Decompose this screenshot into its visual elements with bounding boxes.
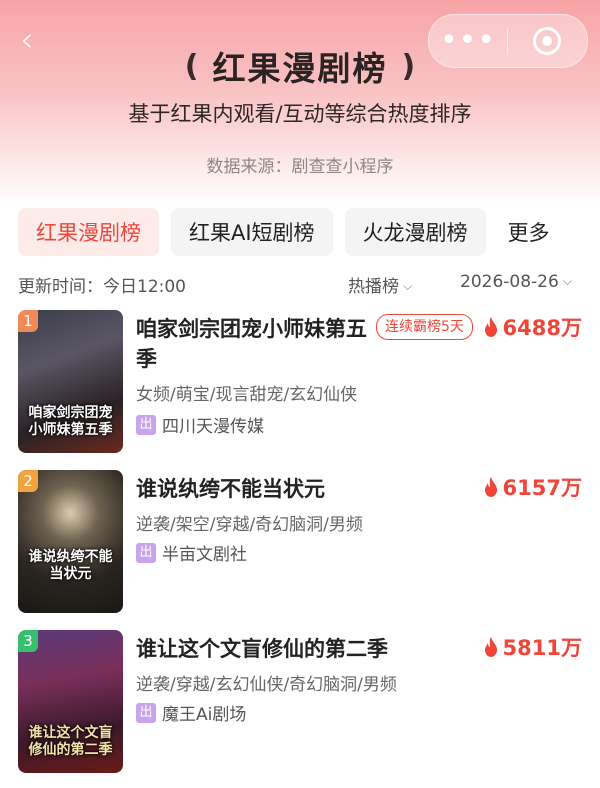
cover-title: 谁说纨绔不能当状元 xyxy=(28,549,113,582)
list-item[interactable]: 1 咱家剑宗团宠小师妹第五季 咱家剑宗团宠小师妹第五季 连续霸榜5天 6488万… xyxy=(18,310,584,455)
cover-image: 2 谁说纨绔不能当状元 xyxy=(18,470,123,613)
update-time: 更新时间：今日12:00 xyxy=(18,277,186,297)
rank-badge: 1 xyxy=(18,310,38,332)
producer-badge: 出 xyxy=(136,702,156,723)
heat-value: 6157万 xyxy=(483,472,582,502)
page-title-row: ( 红果漫剧榜 ) xyxy=(0,40,600,92)
sort-dropdown[interactable]: 热播榜 ⌵ xyxy=(348,272,412,297)
chevron-down-icon: ⌵ xyxy=(403,279,413,293)
heat-value: 5811万 xyxy=(483,632,582,662)
tab-hongguo-manju[interactable]: 红果漫剧榜 xyxy=(18,208,159,256)
date-label: 2026-08-26 xyxy=(460,272,559,292)
tab-hongguo-ai-short[interactable]: 红果AI短剧榜 xyxy=(171,208,333,256)
producer-name: 半亩文剧社 xyxy=(162,545,247,565)
cover-image: 3 谁让这个文盲修仙的第二季 xyxy=(18,630,123,773)
heat-number: 5811万 xyxy=(502,636,582,660)
producer-name: 魔王Ai剧场 xyxy=(162,705,247,725)
producer: 出 四川天漫传媒 xyxy=(136,412,264,437)
filter-bar: 更新时间：今日12:00 热播榜 ⌵ 2026-08-26 ⌵ xyxy=(18,268,584,298)
page-title: 红果漫剧榜 xyxy=(212,49,388,88)
producer: 出 魔王Ai剧场 xyxy=(136,700,246,725)
chevron-down-icon: ⌵ xyxy=(562,274,572,288)
heat-number: 6488万 xyxy=(502,316,582,340)
tab-more[interactable]: 更多 xyxy=(498,208,550,256)
heat-number: 6157万 xyxy=(502,476,582,500)
laurel-right-icon: ) xyxy=(401,48,416,84)
drama-title[interactable]: 谁说纨绔不能当状元 xyxy=(136,474,476,504)
streak-badge: 连续霸榜5天 xyxy=(376,314,473,340)
rank-badge: 3 xyxy=(18,630,38,652)
drama-title[interactable]: 咱家剑宗团宠小师妹第五季 xyxy=(136,314,376,374)
rank-badge: 2 xyxy=(18,470,38,492)
cover-title: 咱家剑宗团宠小师妹第五季 xyxy=(28,405,113,438)
producer-name: 四川天漫传媒 xyxy=(162,417,264,437)
cover-title: 谁让这个文盲修仙的第二季 xyxy=(28,725,113,758)
producer-badge: 出 xyxy=(136,542,156,563)
laurel-left-icon: ( xyxy=(184,48,199,84)
flame-icon xyxy=(484,477,497,497)
drama-title[interactable]: 谁让这个文盲修仙的第二季 xyxy=(136,634,476,664)
data-source: 数据来源：剧查查小程序 xyxy=(206,157,394,177)
heat-value: 6488万 xyxy=(483,312,582,342)
flame-icon xyxy=(484,637,497,657)
list-item[interactable]: 3 谁让这个文盲修仙的第二季 谁让这个文盲修仙的第二季 5811万 逆袭/穿越/… xyxy=(18,630,584,775)
ranking-tabs: 红果漫剧榜 红果AI短剧榜 火龙漫剧榜 更多 xyxy=(18,208,550,256)
list-item[interactable]: 2 谁说纨绔不能当状元 谁说纨绔不能当状元 6157万 逆袭/架空/穿越/奇幻脑… xyxy=(18,470,584,615)
producer: 出 半亩文剧社 xyxy=(136,540,247,565)
tab-huolong-manju[interactable]: 火龙漫剧榜 xyxy=(344,208,486,256)
date-dropdown[interactable]: 2026-08-26 ⌵ xyxy=(460,272,572,292)
producer-badge: 出 xyxy=(136,414,156,435)
flame-icon xyxy=(484,317,497,337)
sort-label: 热播榜 xyxy=(348,277,399,297)
genre-tags: 逆袭/穿越/玄幻仙侠/奇幻脑洞/男频 xyxy=(136,675,397,695)
cover-image: 1 咱家剑宗团宠小师妹第五季 xyxy=(18,310,123,453)
page-subtitle: 基于红果内观看/互动等综合热度排序 xyxy=(128,102,472,126)
genre-tags: 逆袭/架空/穿越/奇幻脑洞/男频 xyxy=(136,515,363,535)
genre-tags: 女频/萌宝/现言甜宠/玄幻仙侠 xyxy=(136,385,358,405)
